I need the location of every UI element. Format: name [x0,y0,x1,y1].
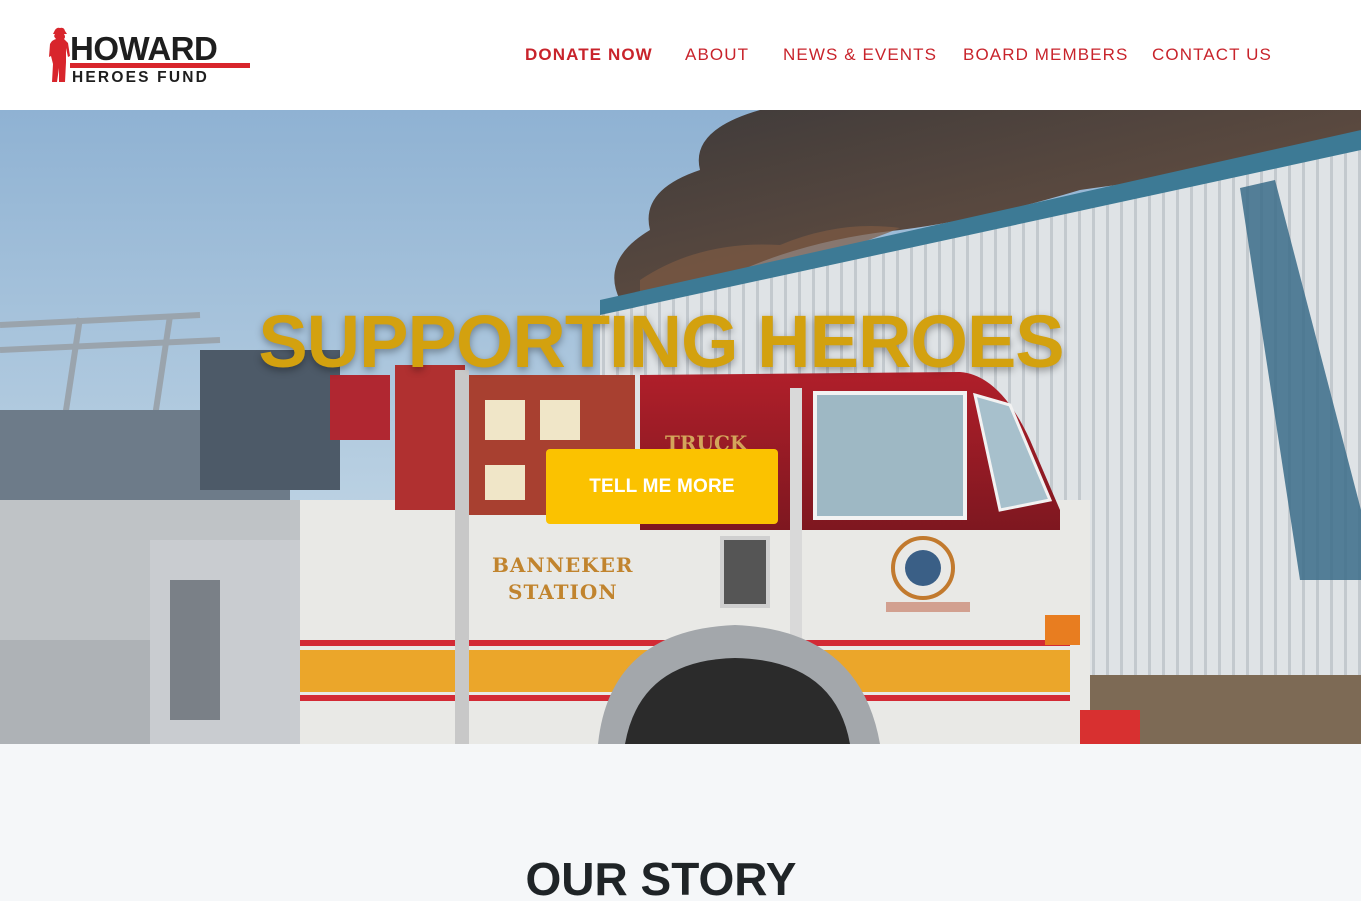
our-story-heading: OUR STORY [525,853,797,901]
nav-board-members[interactable]: BOARD MEMBERS [963,44,1128,66]
nav-news-events[interactable]: NEWS & EVENTS [783,44,937,66]
hero-section: TRUCK BANNEKER STATION SUPPORTING HEROES… [0,110,1361,744]
nav-about[interactable]: ABOUT [685,44,749,66]
hero-fire-truck-image: TRUCK BANNEKER STATION [0,110,1361,744]
nav-contact-us[interactable]: CONTACT US [1152,44,1272,66]
tell-me-more-button[interactable]: TELL ME MORE [546,449,778,524]
nav-donate-now[interactable]: DONATE NOW [525,44,653,66]
svg-text:BANNEKER: BANNEKER [492,553,633,577]
our-story-section: OUR STORY [0,744,1361,901]
main-nav: DONATE NOW ABOUT NEWS & EVENTS BOARD MEM… [0,44,1361,66]
logo-line2: HEROES FUND [72,69,209,86]
site-header: HOWARD HEROES FUND DONATE NOW ABOUT NEWS… [0,0,1361,110]
svg-text:STATION: STATION [508,580,618,604]
hero-title: SUPPORTING HEROES [258,300,1064,383]
